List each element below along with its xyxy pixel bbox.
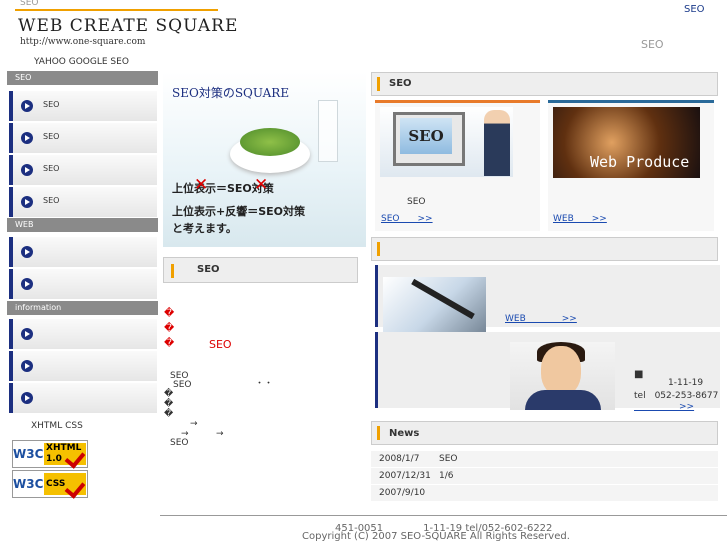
w3c-xhtml-badge[interactable]: W3C XHTML 1.0	[12, 440, 88, 469]
footer-copyright: Copyright (C) 2007 SEO-SQUARE All Rights…	[302, 531, 570, 542]
arrow-circle-icon	[21, 328, 33, 340]
accent-bar	[377, 426, 380, 440]
sidebar-item-info-2[interactable]	[9, 351, 157, 381]
w3c-css-badge[interactable]: W3C CSS	[12, 470, 88, 499]
sidebar-item-seo-1[interactable]: SEO	[9, 91, 157, 121]
right-seo-header: SEO	[371, 72, 718, 96]
cross-mark-icon: ✕	[254, 175, 269, 195]
header-seo-text: SEO	[641, 38, 664, 51]
face-illustration	[541, 346, 581, 396]
glass-illustration	[318, 100, 338, 162]
news-date: 2007/9/10	[379, 488, 426, 498]
center-section-header: SEO	[163, 257, 358, 283]
businessman-illustration	[484, 110, 510, 176]
news-text: SEO	[439, 454, 458, 464]
square-bullet-icon: ■	[634, 369, 644, 380]
news-text: 1/6	[439, 471, 454, 481]
sidebar: SEO SEO SEO SEO SEO WEB information	[7, 71, 158, 501]
center-text: SEO	[170, 438, 189, 448]
sidebar-section-information: information	[7, 301, 158, 315]
arrow-circle-icon	[21, 196, 33, 208]
shirt-illustration	[525, 390, 601, 410]
center-text: ・・	[255, 379, 274, 389]
header-small-seo: SEO	[20, 0, 39, 8]
right-section-header-2	[371, 237, 718, 261]
sidebar-item-seo-4[interactable]: SEO	[9, 187, 157, 217]
arrow-icon: →	[216, 429, 224, 439]
seo-more-link[interactable]: SEO >>	[381, 211, 433, 224]
arrow-circle-icon	[21, 392, 33, 404]
arrow-circle-icon	[21, 132, 33, 144]
sidebar-item-label: SEO	[43, 132, 60, 141]
hero-line-3: と考えます。	[172, 222, 237, 235]
sidebar-section-seo: SEO	[7, 71, 158, 85]
w3c-logo-text: W3C	[13, 441, 43, 467]
seo-box-caption: SEO	[407, 197, 426, 207]
web-more-link[interactable]: WEB >>	[553, 211, 607, 224]
sidebar-item-label: SEO	[43, 164, 60, 173]
web-info-link[interactable]: WEB >>	[505, 311, 577, 324]
validators-label: XHTML CSS	[31, 421, 83, 431]
news-date: 2008/1/7	[379, 454, 420, 464]
contact-address: 1-11-19	[668, 378, 704, 388]
news-item[interactable]: 2008/1/7 SEO	[371, 451, 718, 468]
top-right-seo-link[interactable]: SEO	[684, 4, 705, 15]
arrow-circle-icon	[21, 246, 33, 258]
salad-illustration	[240, 128, 300, 156]
accent-bar	[377, 77, 380, 91]
sidebar-item-seo-2[interactable]: SEO	[9, 123, 157, 153]
arrow-icon: →	[190, 419, 198, 429]
hero-title: SEO対策のSQUARE	[172, 86, 290, 100]
hero-line-2: 上位表示+反響＝SEO対策	[172, 205, 306, 218]
sidebar-section-web: WEB	[7, 218, 158, 232]
sidebar-item-seo-3[interactable]: SEO	[9, 155, 157, 185]
garbled-char: �	[164, 389, 174, 399]
header-tagline: YAHOO GOOGLE SEO	[34, 57, 129, 67]
sidebar-item-info-1[interactable]	[9, 319, 157, 349]
sidebar-item-info-3[interactable]	[9, 383, 157, 413]
contact-more-link[interactable]: >>	[634, 399, 694, 412]
garbled-char: �	[164, 399, 174, 409]
right-seo-title: SEO	[389, 78, 412, 89]
center-text: SEO	[173, 380, 192, 390]
accent-bar	[377, 242, 380, 256]
cross-mark-icon: ✕	[194, 175, 209, 195]
sidebar-item-web-2[interactable]	[9, 269, 157, 299]
center-section-title: SEO	[197, 264, 220, 275]
sidebar-item-label: SEO	[43, 100, 60, 109]
garbled-char: �	[164, 323, 175, 334]
sidebar-item-web-1[interactable]	[9, 237, 157, 267]
news-title: News	[389, 428, 420, 439]
sidebar-item-label: SEO	[43, 196, 60, 205]
monitor-seo-text: SEO	[400, 118, 452, 154]
arrow-circle-icon	[21, 164, 33, 176]
web-produce-text: Web Produce	[590, 153, 690, 171]
w3c-logo-text: W3C	[13, 471, 43, 497]
red-seo-text: SEO	[209, 338, 232, 351]
news-item[interactable]: 2007/12/31 1/6	[371, 468, 718, 485]
garbled-char: �	[164, 308, 175, 319]
garbled-char: �	[164, 409, 174, 419]
header-accent-line	[15, 9, 218, 11]
footer-divider	[160, 515, 727, 516]
garbled-char: �	[164, 338, 175, 349]
news-header: News	[371, 421, 718, 445]
site-url: http://www.one-square.com	[20, 37, 146, 47]
site-logo[interactable]: Web Create Square	[18, 16, 238, 36]
arrow-circle-icon	[21, 278, 33, 290]
arrow-circle-icon	[21, 100, 33, 112]
news-item[interactable]: 2007/9/10	[371, 485, 718, 502]
accent-bar	[171, 264, 174, 278]
news-date: 2007/12/31	[379, 471, 431, 481]
arrow-circle-icon	[21, 360, 33, 372]
